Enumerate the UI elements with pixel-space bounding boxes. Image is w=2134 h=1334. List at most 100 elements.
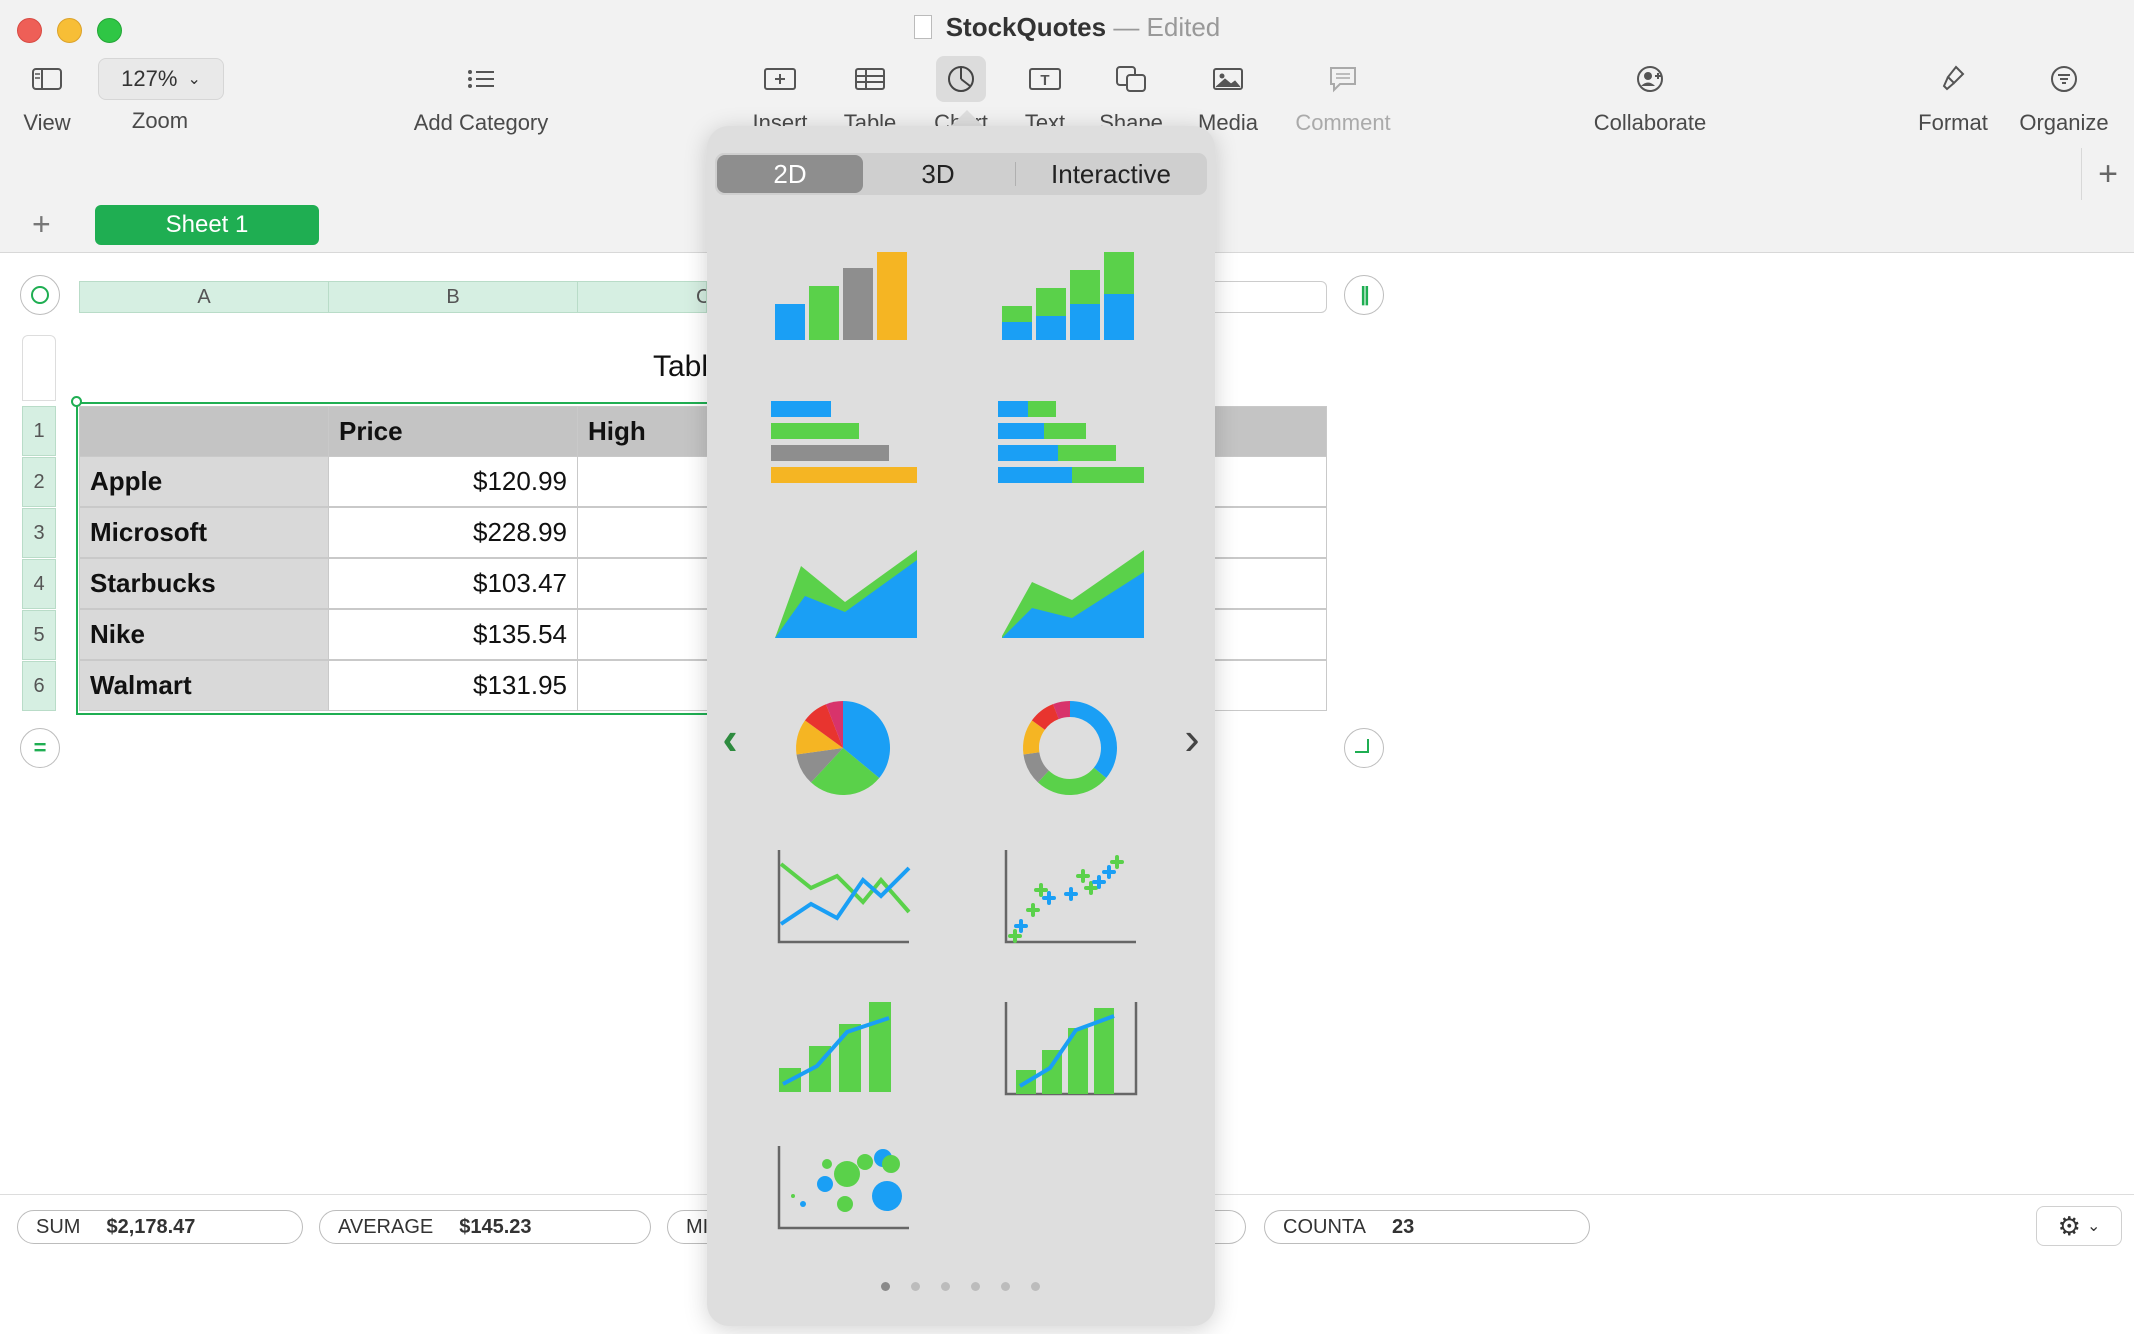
- add-sheet-plus-icon[interactable]: +: [32, 206, 51, 243]
- add-column-handle[interactable]: ||: [1344, 275, 1384, 315]
- page-dot-4[interactable]: [971, 1282, 980, 1291]
- bubble-chart-option[interactable]: [763, 1138, 923, 1258]
- page-dot-1[interactable]: [881, 1282, 890, 1291]
- stacked-area-chart-option[interactable]: [990, 538, 1150, 658]
- price-cell-microsoft[interactable]: $228.99: [328, 507, 578, 558]
- price-cell-walmart[interactable]: $131.95: [328, 660, 578, 711]
- sheet-tab-label: Sheet 1: [165, 211, 249, 238]
- comment-button[interactable]: Comment: [1278, 56, 1408, 136]
- row-header-2[interactable]: 2: [22, 457, 56, 507]
- high-cell-microsoft[interactable]: [577, 507, 708, 558]
- collaborate-label: Collaborate: [1593, 110, 1707, 135]
- cell-right-3[interactable]: [1214, 507, 1327, 558]
- average-stat[interactable]: AVERAGE $145.23: [319, 1210, 651, 1244]
- row-label-microsoft[interactable]: Microsoft: [79, 507, 329, 558]
- high-cell-walmart[interactable]: [577, 660, 708, 711]
- price-cell-nike[interactable]: $135.54: [328, 609, 578, 660]
- stacked-column-chart-option[interactable]: [990, 238, 1150, 358]
- row-header-1[interactable]: 1: [22, 406, 56, 456]
- cell-right-2[interactable]: [1214, 456, 1327, 507]
- comment-label: Comment: [1295, 110, 1391, 135]
- tab-divider: [1015, 162, 1016, 186]
- column-header-c[interactable]: C: [577, 281, 707, 313]
- column-header-b[interactable]: B: [328, 281, 578, 313]
- add-category-button[interactable]: Add Category: [396, 56, 566, 136]
- line-chart-option[interactable]: [763, 840, 923, 960]
- chevron-down-icon: ⌄: [2086, 1218, 2101, 1235]
- column-chart-option[interactable]: [763, 238, 923, 358]
- high-cell-nike[interactable]: [577, 609, 708, 660]
- page-dot-2[interactable]: [911, 1282, 920, 1291]
- cell-right-4[interactable]: [1214, 558, 1327, 609]
- row-header-4[interactable]: 4: [22, 559, 56, 609]
- row-label-starbucks[interactable]: Starbucks: [79, 558, 329, 609]
- tab-interactive[interactable]: Interactive: [1018, 155, 1204, 193]
- window-title: StockQuotes — Edited: [0, 12, 2134, 43]
- row-label-walmart[interactable]: Walmart: [79, 660, 329, 711]
- svg-text:T: T: [1040, 72, 1049, 89]
- row-header-6[interactable]: 6: [22, 661, 56, 711]
- add-category-label: Add Category: [413, 110, 549, 135]
- price-cell-starbucks[interactable]: $103.47: [328, 558, 578, 609]
- header-cell-right[interactable]: [1214, 406, 1327, 457]
- price-cell-apple[interactable]: $120.99: [328, 456, 578, 507]
- add-row-handle[interactable]: =: [20, 728, 60, 768]
- organize-button[interactable]: Organize: [1999, 56, 2129, 136]
- media-button[interactable]: Media: [1163, 56, 1293, 136]
- table-title[interactable]: Table 1: [653, 350, 707, 384]
- two-axis-chart-option[interactable]: [990, 990, 1150, 1110]
- document-name: StockQuotes: [945, 12, 1107, 42]
- add-panel-plus-icon[interactable]: +: [2081, 148, 2134, 200]
- header-cell-a1[interactable]: [79, 406, 329, 457]
- page-dot-3[interactable]: [941, 1282, 950, 1291]
- row-header-corner: [22, 335, 56, 401]
- mixed-chart-option[interactable]: [763, 990, 923, 1110]
- cell-right-6[interactable]: [1214, 660, 1327, 711]
- row-header-3[interactable]: 3: [22, 508, 56, 558]
- settings-menu-button[interactable]: ⚙ ⌄: [2036, 1206, 2122, 1246]
- zoom-label: Zoom: [131, 108, 189, 133]
- edited-status: — Edited: [1106, 12, 1221, 42]
- list-icon: [468, 70, 494, 88]
- pie-chart-option[interactable]: [763, 686, 923, 806]
- resize-table-handle[interactable]: [1344, 728, 1384, 768]
- table-icon: [855, 68, 885, 90]
- column-bars-icon: ||: [1360, 283, 1369, 306]
- shape-icon: [1116, 66, 1146, 92]
- sum-stat[interactable]: SUM $2,178.47: [17, 1210, 303, 1244]
- select-table-handle[interactable]: [20, 275, 60, 315]
- comment-icon: [1330, 67, 1356, 93]
- column-header-a[interactable]: A: [79, 281, 329, 313]
- collaborate-button[interactable]: Collaborate: [1575, 56, 1725, 136]
- circle-icon: [31, 286, 49, 304]
- zoom-label-wrap: Zoom: [95, 100, 225, 134]
- header-cell-price[interactable]: Price: [328, 406, 578, 457]
- high-cell-apple[interactable]: [577, 456, 708, 507]
- sheet-tab-1[interactable]: Sheet 1: [95, 205, 319, 245]
- row-label-nike[interactable]: Nike: [79, 609, 329, 660]
- scatter-chart-option[interactable]: [990, 840, 1150, 960]
- cell-right-5[interactable]: [1214, 609, 1327, 660]
- row-header-5[interactable]: 5: [22, 610, 56, 660]
- tab-2d[interactable]: 2D: [717, 155, 863, 193]
- stacked-bar-chart-option[interactable]: [990, 385, 1150, 505]
- row-bars-icon: =: [33, 735, 47, 760]
- header-cell-high[interactable]: High: [577, 406, 708, 457]
- counta-stat[interactable]: COUNTA 23: [1264, 1210, 1590, 1244]
- row-label-apple[interactable]: Apple: [79, 456, 329, 507]
- high-cell-starbucks[interactable]: [577, 558, 708, 609]
- zoom-value: 127%: [121, 66, 178, 91]
- chevron-down-icon: ⌄: [187, 71, 201, 88]
- bar-chart-option[interactable]: [763, 385, 923, 505]
- previous-page-chevron-icon[interactable]: ‹: [710, 712, 750, 764]
- area-chart-option[interactable]: [763, 538, 923, 658]
- zoom-select[interactable]: 127% ⌄: [98, 58, 224, 100]
- column-header-strip-end: [1215, 281, 1327, 313]
- corner-icon: [1355, 739, 1369, 753]
- donut-chart-option[interactable]: [990, 686, 1150, 806]
- page-dot-5[interactable]: [1001, 1282, 1010, 1291]
- page-dot-6[interactable]: [1031, 1282, 1040, 1291]
- tab-3d[interactable]: 3D: [866, 155, 1010, 193]
- next-page-chevron-icon[interactable]: ›: [1172, 712, 1212, 764]
- organize-label: Organize: [2019, 110, 2109, 135]
